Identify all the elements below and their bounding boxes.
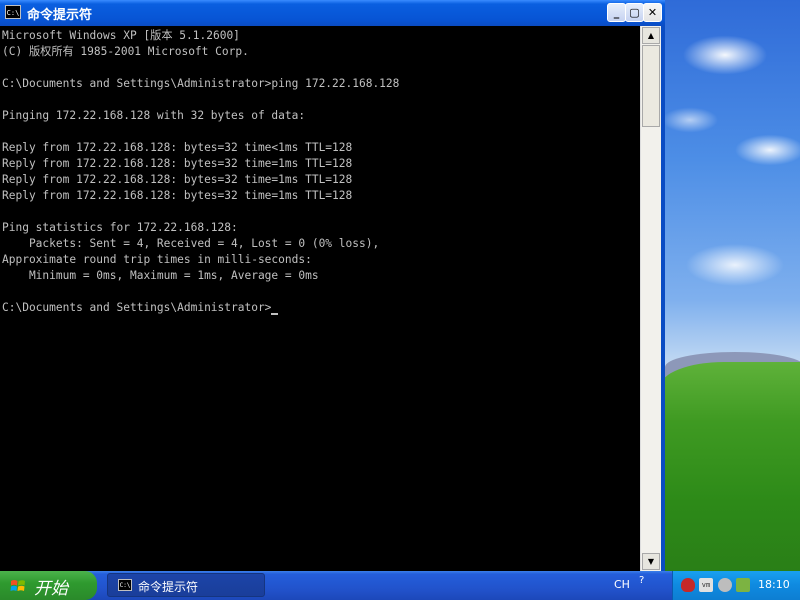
console-prompt-line[interactable]: C:\Documents and Settings\Administrator>: [2, 300, 279, 316]
vmware-tools-icon[interactable]: vm: [699, 578, 713, 592]
console-line: Reply from 172.22.168.128: bytes=32 time…: [2, 157, 353, 170]
console-prompt: C:\Documents and Settings\Administrator>: [2, 301, 272, 314]
scroll-up-arrow-icon[interactable]: ▲: [642, 27, 660, 44]
command-prompt-window[interactable]: C:\ 命令提示符 _ ▢ ✕ Microsoft Windows XP [版本…: [0, 0, 665, 571]
language-indicator[interactable]: CH: [614, 578, 630, 591]
console-line: Reply from 172.22.168.128: bytes=32 time…: [2, 189, 353, 202]
network-icon[interactable]: [736, 578, 750, 592]
start-label: 开始: [34, 579, 68, 599]
console-line: Approximate round trip times in milli-se…: [2, 253, 312, 266]
scrollbar-thumb[interactable]: [642, 45, 660, 127]
console-line: Packets: Sent = 4, Received = 4, Lost = …: [2, 237, 380, 250]
window-title: 命令提示符: [27, 8, 93, 23]
console-app-icon[interactable]: C:\: [5, 5, 21, 19]
security-shield-icon[interactable]: [681, 578, 695, 592]
console-line: Pinging 172.22.168.128 with 32 bytes of …: [2, 109, 306, 122]
console-line: C:\Documents and Settings\Administrator>…: [2, 77, 400, 90]
system-tray: vm 18:10: [672, 571, 800, 600]
console-line: Reply from 172.22.168.128: bytes=32 time…: [2, 173, 353, 186]
maximize-button[interactable]: ▢: [625, 3, 644, 22]
console-line: (C) 版权所有 1985-2001 Microsoft Corp.: [2, 45, 249, 58]
wallpaper-green-hill: [660, 362, 800, 571]
taskbar-item-command-prompt[interactable]: C:\ 命令提示符: [107, 573, 265, 597]
window-titlebar[interactable]: C:\ 命令提示符 _ ▢ ✕: [0, 0, 665, 26]
console-output-area[interactable]: Microsoft Windows XP [版本 5.1.2600] (C) 版…: [0, 26, 640, 571]
console-line: Minimum = 0ms, Maximum = 1ms, Average = …: [2, 269, 319, 282]
taskbar: 开始 C:\ 命令提示符 CH ? vm 18:10: [0, 571, 800, 600]
volume-icon[interactable]: [718, 578, 732, 592]
language-help-icon[interactable]: ?: [639, 575, 644, 586]
scroll-down-arrow-icon[interactable]: ▼: [642, 553, 660, 570]
minimize-button[interactable]: _: [607, 3, 626, 22]
text-cursor: [271, 313, 279, 315]
start-button[interactable]: 开始: [0, 571, 97, 600]
vertical-scrollbar[interactable]: ▲ ▼: [640, 26, 661, 571]
close-button[interactable]: ✕: [643, 3, 662, 22]
console-app-icon: C:\: [118, 579, 132, 591]
console-line: Ping statistics for 172.22.168.128:: [2, 221, 238, 234]
console-line: Reply from 172.22.168.128: bytes=32 time…: [2, 141, 353, 154]
taskbar-item-label: 命令提示符: [138, 580, 199, 594]
clock[interactable]: 18:10: [758, 578, 790, 591]
windows-flag-icon: [10, 580, 25, 591]
console-line: Microsoft Windows XP [版本 5.1.2600]: [2, 29, 240, 42]
window-border: [661, 26, 665, 571]
